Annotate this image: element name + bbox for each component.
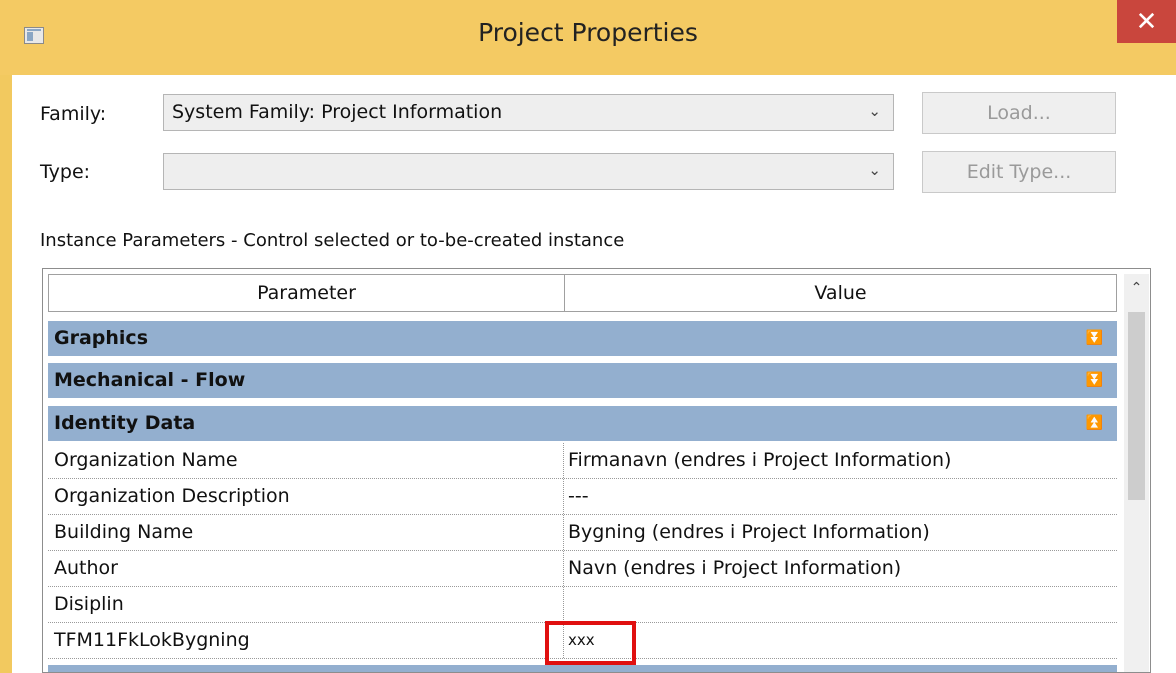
scroll-up-arrow-icon[interactable]: ⌃ <box>1124 274 1149 302</box>
property-grid: Parameter Value Graphics ⏬ Mechanical - … <box>42 268 1151 673</box>
title-bar: Project Properties ✕ <box>0 0 1176 75</box>
parameter-value[interactable]: Navn (endres i Project Information) <box>564 551 1117 586</box>
parameter-value[interactable] <box>564 587 1117 622</box>
table-row[interactable]: Author Navn (endres i Project Informatio… <box>48 551 1117 587</box>
scroll-thumb[interactable] <box>1128 312 1145 500</box>
chevron-down-icon: ⌄ <box>868 161 881 179</box>
vertical-scrollbar[interactable]: ⌃ <box>1124 274 1149 672</box>
parameter-value[interactable]: --- <box>564 479 1117 514</box>
family-value: System Family: Project Information <box>172 101 503 123</box>
table-row[interactable]: Disiplin <box>48 587 1117 623</box>
highlight-annotation <box>545 621 636 665</box>
group-header-partial <box>48 665 1117 672</box>
table-row[interactable]: Organization Name Firmanavn (endres i Pr… <box>48 443 1117 479</box>
expand-chevron-icon[interactable]: ⏬ <box>1086 321 1103 356</box>
load-button[interactable]: Load... <box>922 92 1116 134</box>
close-button[interactable]: ✕ <box>1117 0 1176 43</box>
group-graphics[interactable]: Graphics ⏬ <box>48 319 1117 356</box>
column-header-parameter[interactable]: Parameter <box>49 275 565 311</box>
parameter-value-cell[interactable]: xxx <box>545 621 1117 665</box>
grid-header: Parameter Value <box>48 274 1117 312</box>
group-label: Identity Data <box>54 412 196 434</box>
type-label: Type: <box>40 161 91 183</box>
parameter-name: Organization Description <box>48 479 564 514</box>
type-dropdown[interactable]: ⌄ <box>163 153 894 190</box>
collapse-chevron-icon[interactable]: ⏫ <box>1086 406 1103 441</box>
table-row[interactable]: Organization Description --- <box>48 479 1117 515</box>
parameter-name: Author <box>48 551 564 586</box>
table-row[interactable]: TFM11FkLokBygning xxx <box>48 621 1117 665</box>
parameter-name: Organization Name <box>48 443 564 478</box>
column-header-value[interactable]: Value <box>565 275 1116 311</box>
edit-type-button[interactable]: Edit Type... <box>922 151 1116 193</box>
chevron-down-icon: ⌄ <box>868 102 881 120</box>
instance-parameters-caption: Instance Parameters - Control selected o… <box>40 230 625 251</box>
table-row[interactable]: Building Name Bygning (endres i Project … <box>48 515 1117 551</box>
group-mechanical-flow[interactable]: Mechanical - Flow ⏬ <box>48 361 1117 398</box>
window-title: Project Properties <box>478 18 698 47</box>
parameter-name: TFM11FkLokBygning <box>48 623 564 658</box>
dialog-body: Family: System Family: Project Informati… <box>12 75 1176 673</box>
family-dropdown[interactable]: System Family: Project Information ⌄ <box>163 94 894 131</box>
parameter-name: Building Name <box>48 515 564 550</box>
group-label: Graphics <box>54 327 148 349</box>
family-label: Family: <box>40 103 107 125</box>
parameter-name: Disiplin <box>48 587 564 622</box>
parameter-value[interactable]: Firmanavn (endres i Project Information) <box>564 443 1117 478</box>
expand-chevron-icon[interactable]: ⏬ <box>1086 363 1103 398</box>
parameter-value[interactable]: Bygning (endres i Project Information) <box>564 515 1117 550</box>
group-label: Mechanical - Flow <box>54 369 246 391</box>
group-identity-data[interactable]: Identity Data ⏫ <box>48 404 1117 441</box>
